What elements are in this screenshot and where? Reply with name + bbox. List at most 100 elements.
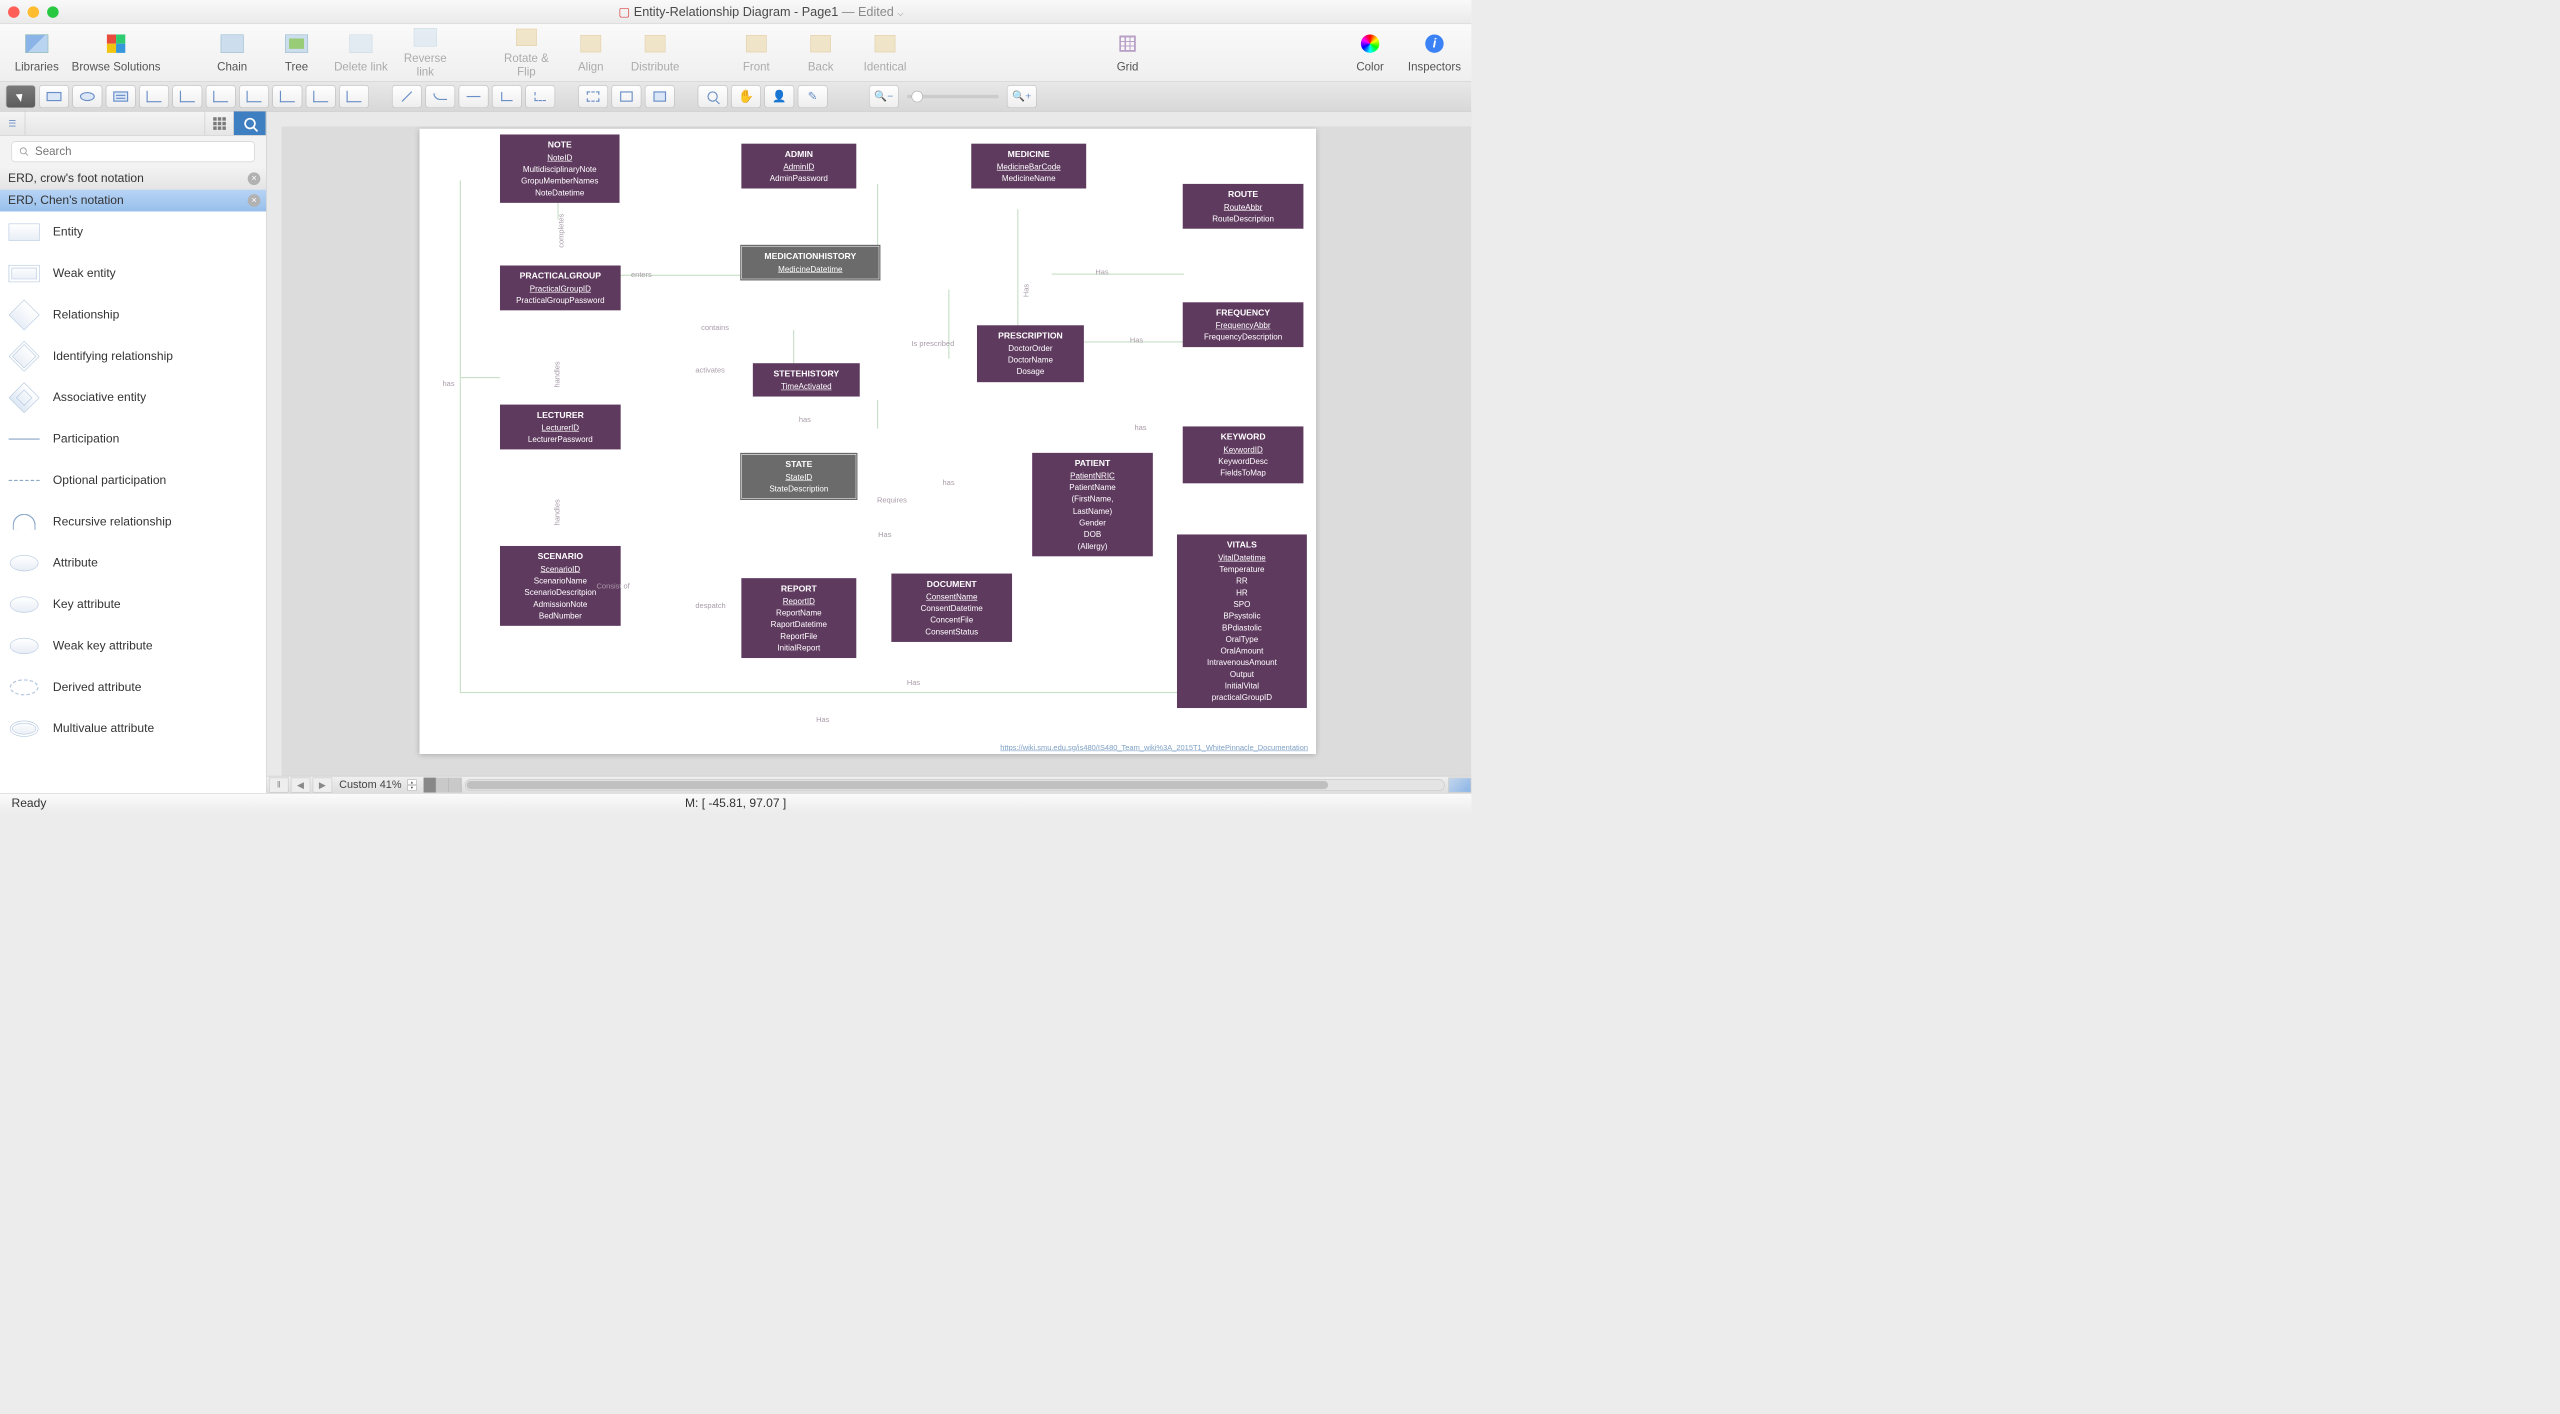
- tree-button[interactable]: Tree: [266, 27, 328, 79]
- page-prev-button[interactable]: ◀: [291, 777, 311, 792]
- entity-keyword[interactable]: KEYWORDKeywordIDKeywordDescFieldsToMap: [1183, 426, 1304, 483]
- color-button[interactable]: Color: [1339, 27, 1401, 79]
- shape-multivalue-attribute[interactable]: Multivalue attribute: [0, 708, 266, 749]
- edge-label[interactable]: Requires: [877, 495, 907, 504]
- edge-label[interactable]: Has: [1095, 268, 1108, 277]
- entity-prescription[interactable]: PRESCRIPTIONDoctorOrderDoctorNameDosage: [977, 325, 1084, 382]
- identical-button[interactable]: Identical: [854, 27, 916, 79]
- source-link[interactable]: https://wiki.smu.edu.sg/is480/IS480_Team…: [1000, 743, 1308, 752]
- rotate-flip-button[interactable]: Rotate & Flip: [495, 27, 557, 79]
- shape-relationship[interactable]: Relationship: [0, 294, 266, 335]
- connector[interactable]: [460, 692, 1184, 693]
- edge-label[interactable]: contains: [701, 323, 729, 332]
- library-crows-foot[interactable]: ERD, crow's foot notation×: [0, 168, 266, 190]
- edge-label[interactable]: Consist of: [597, 582, 630, 591]
- shape-recursive-relationship[interactable]: Recursive relationship: [0, 501, 266, 542]
- connector-tool-3[interactable]: [206, 85, 236, 108]
- line-tool-3[interactable]: [459, 85, 489, 108]
- user-tool[interactable]: 👤: [764, 85, 794, 108]
- shape-optional-participation[interactable]: Optional participation: [0, 460, 266, 501]
- connector[interactable]: [460, 377, 500, 378]
- shape-identifying-relationship[interactable]: Identifying relationship: [0, 336, 266, 377]
- connector[interactable]: [1017, 209, 1018, 341]
- back-button[interactable]: Back: [790, 27, 852, 79]
- inspectors-button[interactable]: iInspectors: [1403, 27, 1465, 79]
- entity-frequency[interactable]: FREQUENCYFrequencyAbbrFrequencyDescripti…: [1183, 302, 1304, 347]
- browse-solutions-button[interactable]: Browse Solutions: [70, 27, 162, 79]
- connector-tool-7[interactable]: [339, 85, 369, 108]
- selection-tool[interactable]: [6, 85, 36, 108]
- edge-label[interactable]: despatch: [695, 601, 725, 610]
- line-tool-4[interactable]: [492, 85, 522, 108]
- close-icon[interactable]: ×: [248, 194, 261, 207]
- minimize-window-button[interactable]: [28, 6, 39, 17]
- group-tool-1[interactable]: [578, 85, 608, 108]
- connector[interactable]: [460, 180, 461, 691]
- connector-tool-2[interactable]: [172, 85, 202, 108]
- shape-weak-key-attribute[interactable]: Weak key attribute: [0, 625, 266, 666]
- canvas-page[interactable]: NOTENoteIDMultidisciplinaryNoteGropuMemb…: [420, 129, 1317, 754]
- zoom-readout[interactable]: Custom 41%▴▾: [339, 778, 416, 791]
- page-next-button[interactable]: ▶: [313, 777, 333, 792]
- edge-label[interactable]: has: [943, 478, 955, 487]
- edge-label[interactable]: activates: [695, 366, 724, 375]
- entity-state[interactable]: STATEStateIDStateDescription: [741, 454, 856, 499]
- edge-label[interactable]: Has: [1130, 336, 1143, 345]
- edge-label[interactable]: has: [1134, 423, 1146, 432]
- pen-tool[interactable]: ✎: [798, 85, 828, 108]
- entity-medicationhistory[interactable]: MEDICATIONHISTORYMedicineDatetime: [741, 246, 879, 279]
- zoom-out-button[interactable]: 🔍−: [869, 85, 899, 108]
- entity-medicine[interactable]: MEDICINEMedicineBarCodeMedicineName: [971, 144, 1086, 189]
- page-tabs[interactable]: [423, 777, 461, 792]
- edge-label[interactable]: handles: [552, 361, 561, 387]
- connector[interactable]: [948, 290, 949, 359]
- edge-label[interactable]: Has: [907, 678, 920, 687]
- connector[interactable]: [793, 330, 794, 364]
- align-button[interactable]: Align: [560, 27, 622, 79]
- edge-label[interactable]: Has: [878, 530, 891, 539]
- library-chens[interactable]: ERD, Chen's notation×: [0, 190, 266, 212]
- text-tool[interactable]: [106, 85, 136, 108]
- line-tool-1[interactable]: [392, 85, 422, 108]
- panel-expand-button[interactable]: ☰: [0, 111, 25, 135]
- panel-grid-view-button[interactable]: [205, 111, 234, 135]
- connector[interactable]: [1052, 274, 1184, 275]
- ellipse-tool[interactable]: [72, 85, 102, 108]
- panel-search-mode-button[interactable]: [234, 111, 266, 135]
- pan-tool[interactable]: ✋: [731, 85, 761, 108]
- connector[interactable]: [877, 400, 878, 429]
- grid-button[interactable]: Grid: [1097, 27, 1159, 79]
- entity-report[interactable]: REPORTReportIDReportNameRaportDatetimeRe…: [741, 578, 856, 658]
- zoom-in-button[interactable]: 🔍+: [1007, 85, 1037, 108]
- close-window-button[interactable]: [8, 6, 19, 17]
- entity-patient[interactable]: PATIENTPatientNRICPatientName(FirstName,…: [1032, 453, 1153, 556]
- reverse-link-button[interactable]: Reverse link: [394, 27, 456, 79]
- connector-tool-6[interactable]: [306, 85, 336, 108]
- entity-route[interactable]: ROUTERouteAbbrRouteDescription: [1183, 184, 1304, 229]
- edge-label[interactable]: Has: [816, 715, 829, 724]
- entity-lecturer[interactable]: LECTURERLecturerIDLecturerPassword: [500, 405, 621, 450]
- edge-label[interactable]: Has: [1022, 284, 1031, 297]
- entity-note[interactable]: NOTENoteIDMultidisciplinaryNoteGropuMemb…: [500, 134, 620, 202]
- shape-derived-attribute[interactable]: Derived attribute: [0, 667, 266, 708]
- group-tool-2[interactable]: [611, 85, 641, 108]
- connector-tool-5[interactable]: [272, 85, 302, 108]
- page-carousel-button[interactable]: ‖: [269, 777, 289, 792]
- shape-weak-entity[interactable]: Weak entity: [0, 253, 266, 294]
- edited-indicator[interactable]: — Edited ⌵: [842, 4, 904, 18]
- corner-widget[interactable]: [1448, 777, 1471, 792]
- edge-label[interactable]: has: [443, 379, 455, 388]
- library-search-input[interactable]: [11, 141, 254, 162]
- delete-link-button[interactable]: Delete link: [330, 27, 392, 79]
- edge-label[interactable]: Is prescribed: [911, 339, 954, 348]
- entity-admin[interactable]: ADMINAdminIDAdminPassword: [741, 144, 856, 189]
- connector-tool-1[interactable]: [139, 85, 169, 108]
- horizontal-scrollbar[interactable]: [465, 779, 1445, 790]
- line-tool-5[interactable]: [525, 85, 555, 108]
- entity-vitals[interactable]: VITALSVitalDatetimeTemperatureRRHRSPOBPs…: [1177, 534, 1307, 707]
- edge-label[interactable]: has: [799, 415, 811, 424]
- entity-stetehistory[interactable]: STETEHISTORYTimeActivated: [753, 363, 860, 396]
- libraries-button[interactable]: Libraries: [6, 27, 68, 79]
- front-button[interactable]: Front: [725, 27, 787, 79]
- edge-label[interactable]: handles: [552, 499, 561, 525]
